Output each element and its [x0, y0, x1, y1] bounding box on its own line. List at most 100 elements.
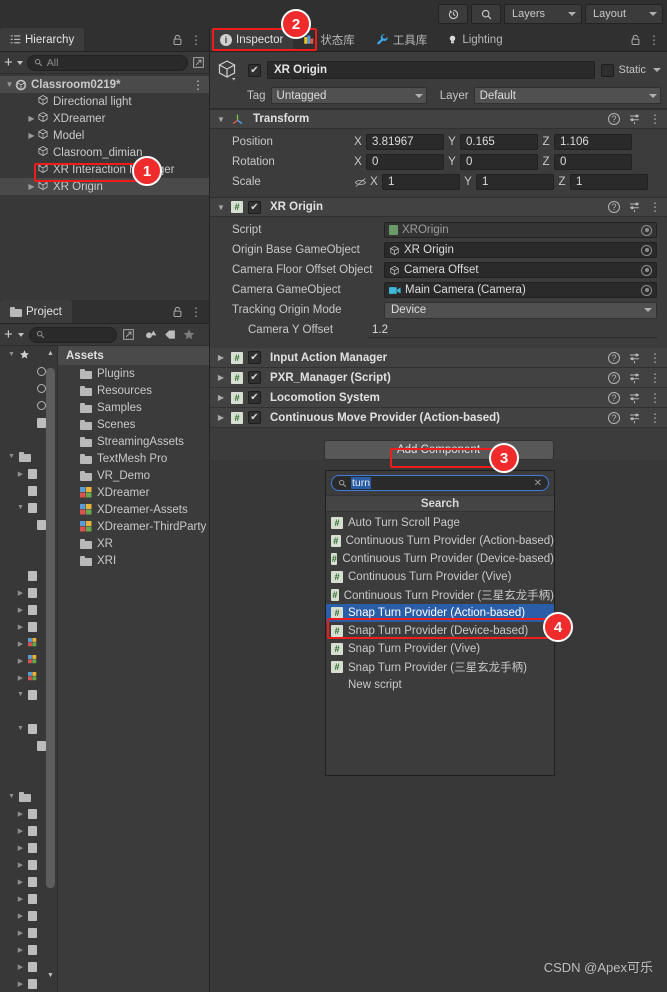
tab-hierarchy[interactable]: Hierarchy	[0, 28, 85, 51]
chevron-right-icon[interactable]: ▶	[16, 929, 25, 937]
component-enabled-checkbox[interactable]: ✔	[248, 351, 261, 364]
transform-scale-x-input[interactable]: 1	[382, 174, 460, 190]
xr-origin-camera-floor-offset-object-objectfield[interactable]: Camera Offset	[384, 262, 657, 278]
transform-rotation-x-input[interactable]: 0	[366, 154, 444, 170]
preset-icon[interactable]	[628, 113, 641, 125]
hierarchy-item-xdreamer[interactable]: ▶ XDreamer	[0, 110, 209, 127]
hierarchy-item-xr-origin[interactable]: ▶ XR Origin	[0, 178, 209, 195]
chevron-down-icon[interactable]: ▼	[4, 80, 15, 89]
chevron-right-icon[interactable]: ▶	[16, 946, 25, 954]
gameobject-cube-icon[interactable]	[216, 58, 242, 82]
component-option[interactable]: # Snap Turn Provider (三星玄龙手柄)	[326, 658, 554, 676]
component-option[interactable]: # Continuous Turn Provider (Device-based)	[326, 550, 554, 568]
help-icon[interactable]: ?	[608, 411, 620, 424]
preset-icon[interactable]	[628, 201, 641, 213]
chevron-right-icon[interactable]: ▶	[16, 912, 25, 920]
component-option[interactable]: New script	[326, 676, 554, 694]
help-icon[interactable]: ?	[608, 391, 620, 404]
chevron-down-icon[interactable]	[653, 68, 661, 72]
hierarchy-item-directional-light[interactable]: Directional light	[0, 93, 209, 110]
chevron-right-icon[interactable]: ▶	[216, 413, 226, 422]
component-header-input-action-manager[interactable]: ▶ # ✔ Input Action Manager? ⋮	[210, 348, 667, 368]
scroll-up-arrow-icon[interactable]: ▲	[46, 350, 55, 358]
label-filter-icon[interactable]	[163, 328, 177, 341]
add-component-button[interactable]: Add Component	[323, 440, 554, 460]
component-option[interactable]: # Continuous Turn Provider (Vive)	[326, 568, 554, 586]
chevron-down-icon[interactable]	[16, 60, 23, 65]
kebab-menu-icon[interactable]: ⋮	[190, 306, 202, 318]
object-picker-icon[interactable]	[641, 264, 652, 276]
chevron-right-icon[interactable]: ▶	[16, 963, 25, 971]
object-picker-icon[interactable]	[641, 284, 652, 296]
chevron-right-icon[interactable]: ▶	[16, 980, 25, 988]
component-enabled-checkbox[interactable]: ✔	[248, 391, 261, 404]
hierarchy-item-model[interactable]: ▶ Model	[0, 127, 209, 144]
transform-position-x-input[interactable]: 3.81967	[366, 134, 444, 150]
asset-row[interactable]: Samples	[58, 399, 209, 416]
layer-dropdown[interactable]: Default	[473, 87, 661, 104]
chevron-down-icon[interactable]: ▼	[216, 203, 226, 212]
chevron-right-icon[interactable]: ▶	[216, 353, 226, 362]
chevron-right-icon[interactable]: ▶	[16, 640, 25, 648]
constrain-proportions-off-icon[interactable]	[354, 177, 367, 188]
help-icon[interactable]: ?	[608, 351, 620, 364]
chevron-right-icon[interactable]: ▶	[16, 878, 25, 886]
kebab-menu-icon[interactable]: ⋮	[649, 412, 661, 424]
transform-scale-z-input[interactable]: 1	[570, 174, 648, 190]
tag-dropdown[interactable]: Untagged	[270, 87, 427, 104]
transform-position-z-input[interactable]: 1.106	[554, 134, 632, 150]
layout-dropdown[interactable]: Layout	[585, 4, 663, 24]
chevron-right-icon[interactable]: ▶	[16, 844, 25, 852]
asset-row[interactable]: Scenes	[58, 416, 209, 433]
chevron-right-icon[interactable]: ▶	[16, 895, 25, 903]
component-enabled-checkbox[interactable]: ✔	[248, 371, 261, 384]
chevron-right-icon[interactable]: ▶	[16, 657, 25, 665]
transform-rotation-z-input[interactable]: 0	[554, 154, 632, 170]
asset-row[interactable]: TextMesh Pro	[58, 450, 209, 467]
plus-icon[interactable]: +	[4, 327, 13, 342]
component-header-pxr-manager-script[interactable]: ▶ # ✔ PXR_Manager (Script)? ⋮	[210, 368, 667, 388]
tab-inspector[interactable]: i Inspector	[210, 28, 294, 51]
xr-origin-script-objectfield[interactable]: XROrigin	[384, 222, 657, 238]
chevron-right-icon[interactable]: ▶	[26, 182, 37, 191]
help-icon[interactable]: ?	[608, 371, 620, 384]
kebab-menu-icon[interactable]: ⋮	[190, 34, 202, 46]
project-tree-scrollbar[interactable]: ▲ ▼	[46, 350, 55, 980]
chevron-right-icon[interactable]: ▶	[26, 131, 37, 140]
chevron-right-icon[interactable]: ▶	[16, 827, 25, 835]
component-enabled-checkbox[interactable]: ✔	[248, 411, 261, 424]
component-header-continuous-move-provider-action-based[interactable]: ▶ # ✔ Continuous Move Provider (Action-base…	[210, 408, 667, 428]
kebab-menu-icon[interactable]: ⋮	[649, 113, 661, 125]
layers-dropdown[interactable]: Layers	[504, 4, 582, 24]
chevron-right-icon[interactable]: ▶	[16, 674, 25, 682]
chevron-right-icon[interactable]: ▶	[16, 589, 25, 597]
kebab-menu-icon[interactable]: ⋮	[649, 352, 661, 364]
component-option[interactable]: # Continuous Turn Provider (三星玄龙手柄)	[326, 586, 554, 604]
gameobject-name-input[interactable]: XR Origin	[267, 61, 596, 79]
asset-row[interactable]: XR	[58, 535, 209, 552]
chevron-right-icon[interactable]: ▶	[216, 373, 226, 382]
static-checkbox[interactable]	[601, 63, 615, 77]
chevron-right-icon[interactable]: ▶	[16, 861, 25, 869]
preset-icon[interactable]	[628, 412, 641, 424]
scrollbar-thumb[interactable]	[46, 368, 55, 888]
xr-origin-camera-gameobject-objectfield[interactable]: Main Camera (Camera)	[384, 282, 657, 298]
tab-lighting[interactable]: Lighting	[437, 28, 512, 51]
kebab-menu-icon[interactable]: ⋮	[649, 392, 661, 404]
xr-origin-origin-base-gameobject-objectfield[interactable]: XR Origin	[384, 242, 657, 258]
asset-row[interactable]: XDreamer-Assets	[58, 501, 209, 518]
chevron-down-icon[interactable]: ▼	[7, 453, 16, 460]
xr-origin-camera-y-offset-input[interactable]: 1.2	[368, 322, 657, 338]
object-picker-icon[interactable]	[641, 224, 652, 236]
expand-window-icon[interactable]	[192, 56, 205, 69]
chevron-right-icon[interactable]: ▶	[16, 606, 25, 614]
expand-window-icon[interactable]	[122, 328, 135, 341]
asset-row[interactable]: XRI	[58, 552, 209, 569]
gameobject-enabled-checkbox[interactable]: ✔	[248, 63, 261, 77]
chevron-right-icon[interactable]: ▶	[16, 470, 25, 478]
chevron-down-icon[interactable]: ▼	[216, 115, 226, 124]
chevron-down-icon[interactable]	[17, 332, 24, 337]
tab-project[interactable]: Project	[0, 300, 72, 323]
object-picker-icon[interactable]	[641, 244, 652, 256]
transform-position-y-input[interactable]: 0.165	[460, 134, 538, 150]
